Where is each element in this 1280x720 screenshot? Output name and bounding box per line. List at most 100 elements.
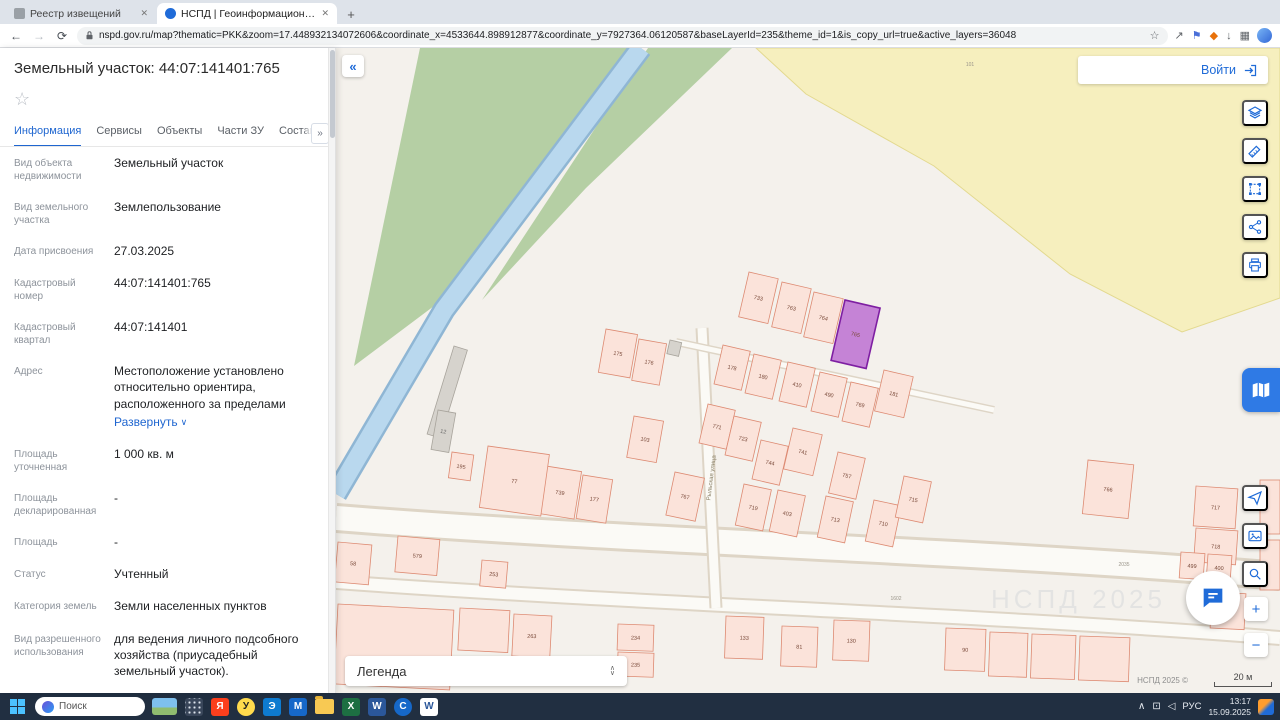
tabs-overflow-button[interactable]: »: [311, 123, 329, 144]
taskbar-search[interactable]: Поиск: [35, 697, 145, 716]
zoom-out-button[interactable]: −: [1244, 633, 1268, 657]
parcel[interactable]: 195: [447, 451, 475, 482]
parcel[interactable]: 579: [394, 535, 441, 576]
parcel[interactable]: 130: [832, 619, 871, 662]
field-label: Дата присвоения: [14, 246, 94, 257]
search-map-button[interactable]: [1242, 561, 1268, 587]
scale-label: 20 м: [1233, 672, 1253, 682]
mail-app-icon[interactable]: М: [289, 697, 307, 716]
new-tab-button[interactable]: +: [343, 6, 359, 22]
browser-tab[interactable]: Реестр извещений ✕: [6, 3, 156, 24]
locate-button[interactable]: [1242, 485, 1268, 511]
extension-icon[interactable]: ◆: [1210, 29, 1218, 42]
parcel[interactable]: 263: [511, 613, 553, 659]
field-value: Местоположение установлено относительно …: [114, 364, 286, 430]
reload-button[interactable]: ⟳: [54, 29, 70, 43]
legend-dropdown[interactable]: Легенда ∧ ∨: [345, 656, 627, 686]
parcel[interactable]: 717: [1192, 485, 1239, 530]
parcel[interactable]: 177: [575, 474, 614, 524]
field-value: 44:07:141401: [114, 320, 188, 335]
forward-button[interactable]: →: [31, 29, 47, 43]
display-icon[interactable]: ⊡: [1152, 701, 1160, 712]
file-explorer-icon[interactable]: [315, 696, 334, 714]
share-button[interactable]: [1242, 214, 1268, 240]
field-value: Землепользование: [114, 200, 221, 214]
gov-app-icon[interactable]: Э: [263, 697, 281, 716]
yandex-browser-icon[interactable]: Я: [211, 697, 229, 716]
panel-tab[interactable]: Состав: [279, 120, 315, 146]
bookmark-star-icon[interactable]: ☆: [1150, 29, 1160, 42]
excel-icon[interactable]: X: [342, 697, 360, 716]
field-row: Дата присвоения 27.03.2025: [0, 235, 335, 267]
measure-button[interactable]: [1242, 138, 1268, 164]
system-tray: ∧ ⊡ ◁ РУС 13:17 15.09.2025: [1138, 696, 1274, 717]
collapse-panel-button[interactable]: «: [342, 55, 364, 77]
parcel[interactable]: 77: [478, 445, 550, 517]
clock[interactable]: 13:17 15.09.2025: [1208, 696, 1251, 717]
consultant-icon[interactable]: С: [394, 697, 412, 716]
language-indicator[interactable]: РУС: [1182, 701, 1201, 712]
main-content: Земельный участок: 44:07:141401:765 ☆ Ин…: [0, 48, 1280, 693]
panel-scrollbar[interactable]: [328, 48, 335, 693]
field-label: Площадь уточненная: [14, 448, 68, 473]
parcel[interactable]: 133: [724, 615, 765, 660]
field-value: 1 000 кв. м: [114, 446, 174, 461]
parcel[interactable]: 234: [616, 623, 655, 652]
word-icon[interactable]: W: [368, 697, 386, 716]
apps-grid-icon[interactable]: ▦: [1240, 29, 1250, 42]
back-button[interactable]: ←: [8, 29, 24, 43]
yandex-music-icon[interactable]: У: [237, 697, 255, 716]
expand-link[interactable]: Развернуть ∨: [114, 414, 187, 430]
field-label: Вид разрешенного использования: [14, 633, 101, 658]
news-widget-icon[interactable]: [152, 698, 177, 715]
basemap-button[interactable]: [1242, 523, 1268, 549]
panel-tab[interactable]: Сервисы: [96, 120, 142, 146]
url-bar[interactable]: nspd.gov.ru/map?thematic=PKK&zoom=17.448…: [77, 26, 1168, 45]
zoom-in-button[interactable]: +: [1244, 597, 1268, 621]
tray-expand-icon[interactable]: ∧: [1138, 701, 1145, 712]
layers-button[interactable]: [1242, 100, 1268, 126]
login-button[interactable]: Войти: [1078, 56, 1268, 84]
scrollbar-thumb[interactable]: [330, 50, 335, 138]
parcel[interactable]: 766: [1081, 459, 1135, 519]
support-chat-button[interactable]: [1186, 571, 1240, 625]
browser-tab-bar: Реестр извещений ✕ НСПД | Геоинформационны…: [0, 0, 1280, 24]
print-button[interactable]: [1242, 252, 1268, 278]
downloads-icon[interactable]: ↓: [1226, 30, 1232, 42]
browser-tab[interactable]: НСПД | Геоинформационный п ✕: [157, 3, 337, 24]
select-area-button[interactable]: [1242, 176, 1268, 202]
map-area[interactable]: 733 763 764 765 175 176 178 180 410 490 769 181 103 7…: [336, 48, 1280, 693]
field-row: Площадь декларированная -: [0, 482, 335, 526]
building[interactable]: [666, 339, 683, 357]
field-row: Категория земель Земли населенных пунктов: [0, 590, 335, 622]
panel-tab[interactable]: Части ЗУ: [217, 120, 264, 146]
parcel[interactable]: 81: [780, 625, 819, 668]
parcel[interactable]: [1030, 633, 1077, 680]
parcel[interactable]: 58: [336, 541, 373, 586]
parcel[interactable]: 253: [479, 559, 509, 589]
notification-icon[interactable]: [1258, 698, 1274, 715]
map-feedback-widget-button[interactable]: [1242, 368, 1280, 412]
field-label: Площадь декларированная: [14, 492, 97, 517]
tab-close-icon[interactable]: ✕: [140, 8, 148, 19]
volume-icon[interactable]: ◁: [1168, 701, 1176, 712]
field-row: Площадь -: [0, 526, 335, 558]
parcel[interactable]: [1078, 635, 1131, 683]
taskbar: Поиск ЯУЭМXWСW ∧ ⊡ ◁ РУС 13:17 15.09.202…: [0, 693, 1280, 720]
extension-flag-icon[interactable]: ⚑: [1192, 29, 1202, 42]
favorite-star-icon[interactable]: ☆: [14, 89, 30, 109]
map-label: 2035: [1118, 562, 1129, 568]
panel-tab[interactable]: Объекты: [157, 120, 202, 146]
profile-avatar[interactable]: [1257, 28, 1272, 43]
parcel[interactable]: [457, 607, 511, 653]
panel-tab[interactable]: Информация: [14, 120, 82, 146]
cadastral-map[interactable]: 7337637647651751761781804104907691811037…: [336, 48, 1280, 693]
tab-close-icon[interactable]: ✕: [321, 8, 329, 19]
word-doc-icon[interactable]: W: [420, 697, 438, 716]
field-value: -: [114, 490, 118, 505]
app-grid-icon[interactable]: [185, 697, 203, 716]
share-icon[interactable]: ↗: [1175, 29, 1184, 42]
start-button[interactable]: [6, 696, 28, 718]
parcel[interactable]: [988, 631, 1029, 678]
parcel[interactable]: 90: [944, 627, 987, 672]
